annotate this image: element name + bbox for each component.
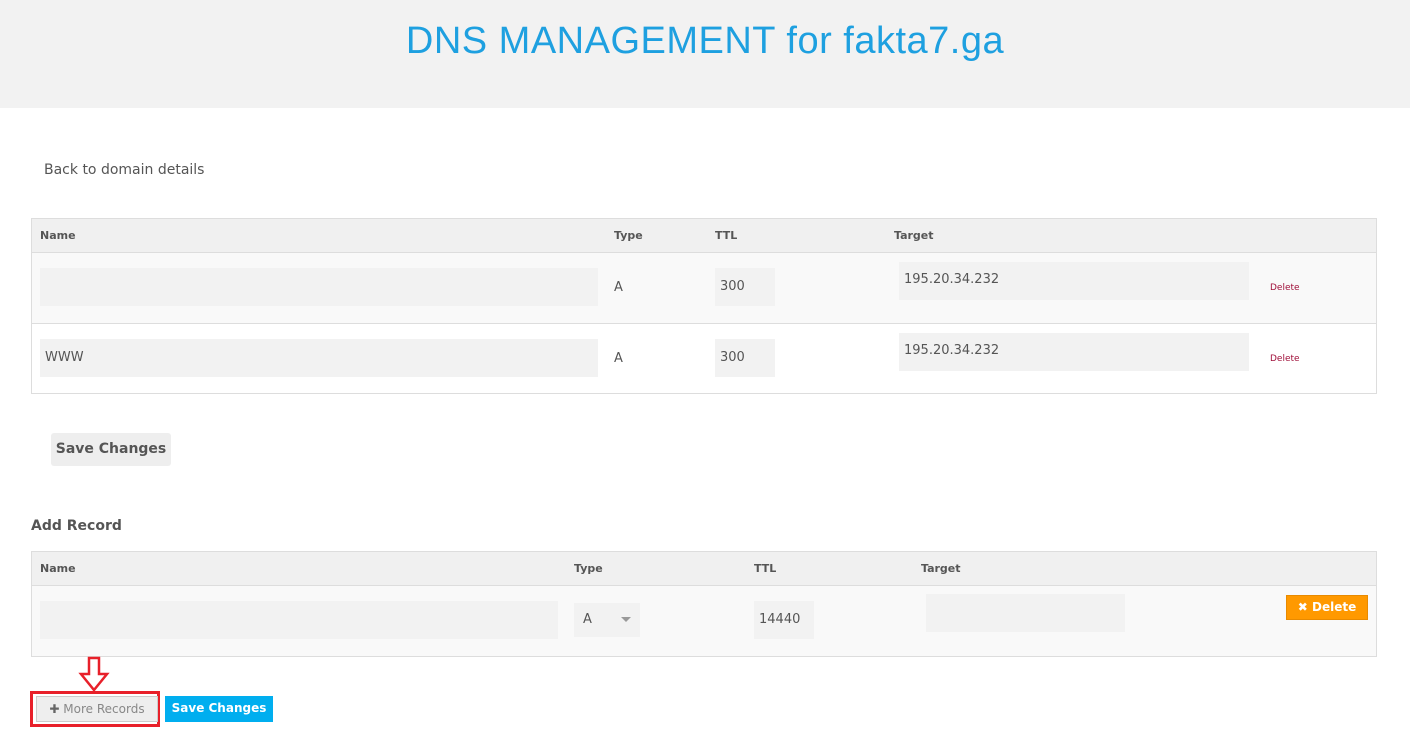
page-title: DNS MANAGEMENT for fakta7.ga [405, 20, 1005, 62]
delete-row-button[interactable]: ✖ Delete [1286, 595, 1368, 620]
chevron-down-icon [621, 617, 631, 622]
col-target: Target [921, 562, 961, 575]
save-changes-button[interactable]: Save Changes [51, 433, 171, 466]
ttl-input[interactable]: 300 [715, 339, 775, 377]
col-ttl: TTL [754, 562, 777, 575]
col-type: Type [614, 229, 643, 242]
table-header: Name Type TTL Target [32, 552, 1376, 586]
table-row: A 300 195.20.34.232 Delete [32, 253, 1376, 323]
close-icon: ✖ [1297, 600, 1308, 614]
records-table: Name Type TTL Target A 300 195.20.34.232… [31, 218, 1377, 394]
type-selected: A [583, 612, 592, 627]
col-name: Name [40, 562, 76, 575]
more-records-button[interactable]: ✚ More Records [36, 696, 158, 722]
add-record-heading: Add Record [31, 518, 122, 534]
new-name-input[interactable] [40, 601, 558, 639]
delete-link[interactable]: Delete [1270, 354, 1300, 364]
plus-icon: ✚ [49, 702, 60, 716]
type-select[interactable]: A [574, 603, 640, 637]
table-row: WWW A 300 195.20.34.232 Delete [32, 323, 1376, 393]
name-input[interactable]: WWW [40, 339, 598, 377]
ttl-input[interactable]: 300 [715, 268, 775, 306]
type-value: A [614, 280, 623, 295]
col-target: Target [894, 229, 934, 242]
new-ttl-input[interactable]: 14440 [754, 601, 814, 639]
col-name: Name [40, 229, 76, 242]
more-records-label: More Records [63, 702, 145, 716]
name-input[interactable] [40, 268, 598, 306]
table-row: A 14440 ✖ Delete [32, 586, 1376, 656]
back-to-domain-link[interactable]: Back to domain details [44, 162, 204, 178]
save-new-records-button[interactable]: Save Changes [165, 696, 273, 722]
col-type: Type [574, 562, 603, 575]
type-value: A [614, 351, 623, 366]
col-ttl: TTL [715, 229, 738, 242]
target-input[interactable]: 195.20.34.232 [899, 333, 1249, 371]
table-header: Name Type TTL Target [32, 219, 1376, 253]
add-record-table: Name Type TTL Target A 14440 ✖ Delete [31, 551, 1377, 657]
delete-link[interactable]: Delete [1270, 283, 1300, 293]
arrow-down-icon [78, 656, 110, 692]
target-input[interactable]: 195.20.34.232 [899, 262, 1249, 300]
new-target-input[interactable] [926, 594, 1125, 632]
delete-label: Delete [1312, 600, 1357, 614]
